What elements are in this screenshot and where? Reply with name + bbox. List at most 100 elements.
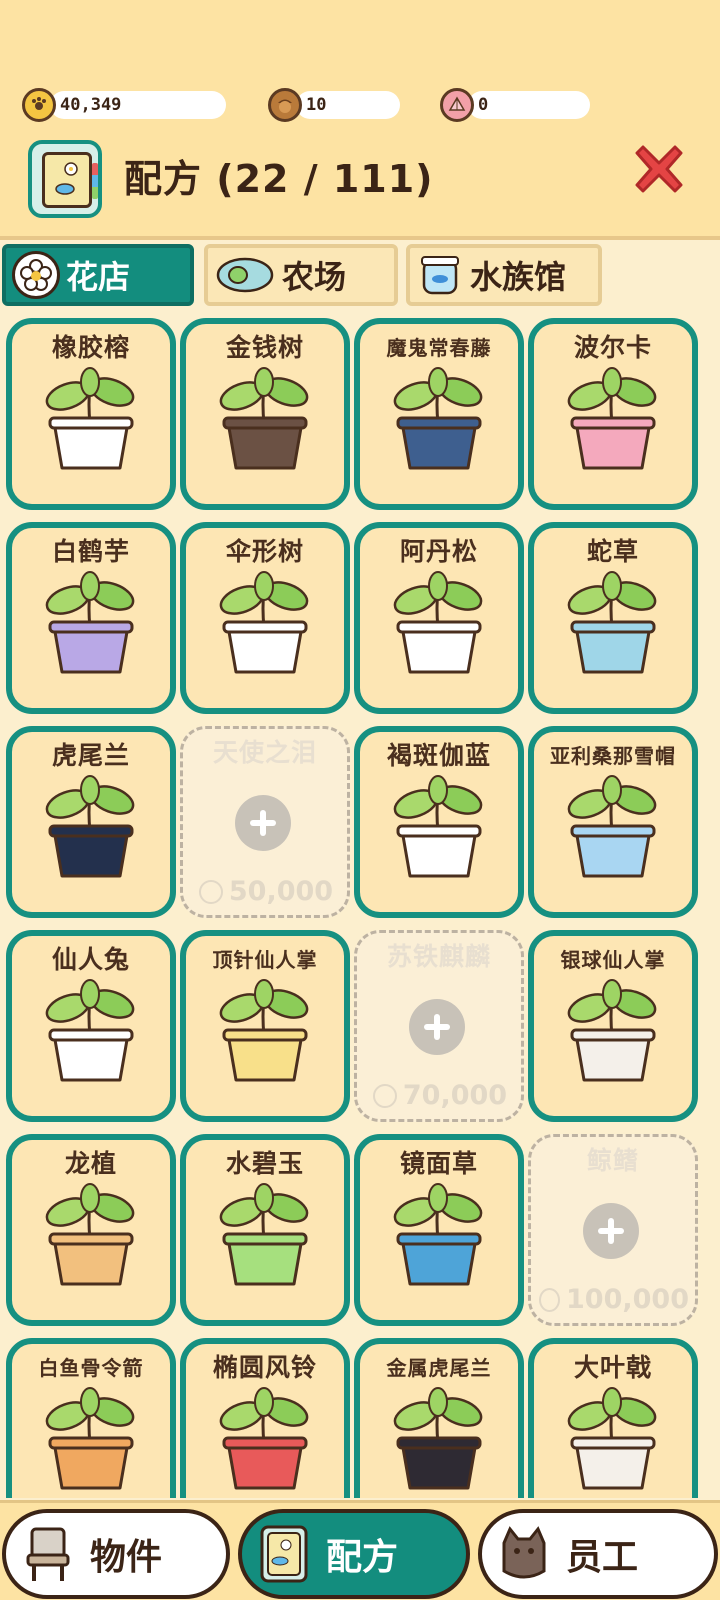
price-value: 70,000 (402, 1080, 508, 1111)
recipe-name: 顶针仙人掌 (212, 948, 318, 972)
recipe-card[interactable]: 顶针仙人掌 (180, 930, 350, 1122)
recipe-name: 苏铁麒麟 (386, 942, 491, 971)
potted-plant-icon (206, 1384, 324, 1494)
recipe-book-icon (28, 140, 102, 218)
chair-icon (18, 1523, 78, 1585)
recipe-card[interactable]: 橡胶榕 (6, 318, 176, 510)
unlock-plus-icon[interactable] (409, 999, 465, 1055)
recipe-card[interactable]: 白鹤芋 (6, 522, 176, 714)
recipe-card[interactable]: 波尔卡 (528, 318, 698, 510)
flower-icon (12, 251, 60, 299)
recipe-card[interactable]: 金钱树 (180, 318, 350, 510)
potted-plant-icon (380, 568, 498, 678)
recipe-card[interactable]: 镜面草 (354, 1134, 524, 1326)
nav-staff-button[interactable]: 员工 (478, 1509, 718, 1599)
acorn-icon (268, 88, 302, 122)
close-button[interactable] (628, 138, 690, 200)
page-title: 配方 (22 / 111) (124, 157, 434, 201)
potted-plant-icon (380, 364, 498, 474)
recipe-card[interactable]: 魔鬼常春藤 (354, 318, 524, 510)
tab-flower-shop[interactable]: 花店 (2, 244, 194, 306)
recipe-name: 鲸鳍 (586, 1146, 639, 1175)
potted-plant-icon (554, 568, 672, 678)
tab-label: 花店 (66, 258, 131, 296)
recipe-name: 银球仙人掌 (560, 948, 666, 972)
currency-shells: 0 (440, 88, 590, 122)
recipe-card-locked[interactable]: 天使之泪 50,000 (180, 726, 350, 918)
price-value: 100,000 (566, 1284, 689, 1315)
tab-farm[interactable]: 农场 (204, 244, 398, 306)
recipe-card[interactable]: 大叶戟 (528, 1338, 698, 1498)
recipe-card[interactable]: 椭圆风铃 (180, 1338, 350, 1498)
recipe-card[interactable]: 龙植 (6, 1134, 176, 1326)
recipe-name: 天使之泪 (212, 738, 317, 767)
recipe-card[interactable]: 伞形树 (180, 522, 350, 714)
coin-icon (539, 1287, 561, 1312)
recipe-card[interactable]: 白鱼骨令箭 (6, 1338, 176, 1498)
potted-plant-icon (32, 1180, 150, 1290)
recipe-name: 仙人兔 (51, 945, 130, 974)
recipe-name: 褐斑伽蓝 (386, 741, 491, 770)
unlock-plus-icon[interactable] (583, 1203, 639, 1259)
recipe-card[interactable]: 亚利桑那雪帽 (528, 726, 698, 918)
recipe-name: 龙植 (64, 1149, 117, 1178)
potted-plant-icon (32, 568, 150, 678)
recipe-card[interactable]: 虎尾兰 (6, 726, 176, 918)
recipe-name: 波尔卡 (573, 333, 652, 362)
unlock-price: 100,000 (539, 1284, 689, 1315)
seed-icon (214, 251, 276, 299)
coin-icon (372, 1083, 397, 1108)
potted-plant-icon (554, 364, 672, 474)
currency-coins: 40,349 (22, 88, 226, 122)
acorn-amount: 10 (296, 91, 400, 119)
unlock-price: 50,000 (191, 876, 341, 907)
recipe-name: 橡胶榕 (51, 333, 130, 362)
recipe-card[interactable]: 蛇草 (528, 522, 698, 714)
fishbowl-icon (416, 251, 464, 299)
recipe-name: 金属虎尾兰 (386, 1356, 492, 1380)
recipe-book-icon (254, 1523, 314, 1585)
recipe-name: 魔鬼常春藤 (386, 336, 492, 360)
potted-plant-icon (206, 976, 324, 1086)
recipe-card[interactable]: 仙人兔 (6, 930, 176, 1122)
unlock-plus-icon[interactable] (235, 795, 291, 851)
nav-recipes-button[interactable]: 配方 (238, 1509, 470, 1599)
recipe-name: 阿丹松 (399, 537, 478, 566)
potted-plant-icon (206, 568, 324, 678)
currency-acorns: 10 (268, 88, 400, 122)
recipe-name: 白鹤芋 (51, 537, 130, 566)
recipe-card[interactable]: 水碧玉 (180, 1134, 350, 1326)
cat-staff-icon (494, 1523, 554, 1585)
recipe-name: 亚利桑那雪帽 (550, 744, 676, 768)
recipe-card[interactable]: 银球仙人掌 (528, 930, 698, 1122)
header-bar: 40,349 10 0 配方 (22 / 111) (0, 0, 720, 240)
recipe-card-locked[interactable]: 鲸鳍 100,000 (528, 1134, 698, 1326)
close-icon (635, 145, 683, 193)
potted-plant-icon (380, 1384, 498, 1494)
nav-label: 物件 (90, 1537, 163, 1578)
recipe-name: 蛇草 (586, 537, 639, 566)
nav-items-button[interactable]: 物件 (2, 1509, 230, 1599)
recipe-name: 白鱼骨令箭 (38, 1356, 144, 1380)
coin-icon (198, 879, 223, 904)
recipe-card-locked[interactable]: 苏铁麒麟 70,000 (354, 930, 524, 1122)
price-value: 50,000 (228, 876, 334, 907)
recipe-card[interactable]: 阿丹松 (354, 522, 524, 714)
potted-plant-icon (32, 1384, 150, 1494)
recipe-card[interactable]: 褐斑伽蓝 (354, 726, 524, 918)
coin-icon (22, 88, 56, 122)
category-tabs: 花店 农场 水族馆 (0, 244, 720, 308)
nav-label: 员工 (566, 1537, 639, 1578)
coin-amount: 40,349 (50, 91, 226, 119)
recipe-name: 虎尾兰 (51, 741, 130, 770)
recipe-card[interactable]: 金属虎尾兰 (354, 1338, 524, 1498)
recipe-name: 镜面草 (399, 1149, 478, 1178)
potted-plant-icon (554, 976, 672, 1086)
potted-plant-icon (380, 772, 498, 882)
recipe-grid: 橡胶榕 金钱树 魔鬼常春藤 波尔卡白鹤芋 伞形树 阿丹松 蛇草虎尾兰 天使之泪 50,000 褐斑… (0, 318, 720, 1498)
recipe-name: 椭圆风铃 (212, 1353, 317, 1382)
recipe-name: 伞形树 (225, 537, 304, 566)
potted-plant-icon (206, 364, 324, 474)
tab-aquarium[interactable]: 水族馆 (406, 244, 602, 306)
potted-plant-icon (32, 772, 150, 882)
